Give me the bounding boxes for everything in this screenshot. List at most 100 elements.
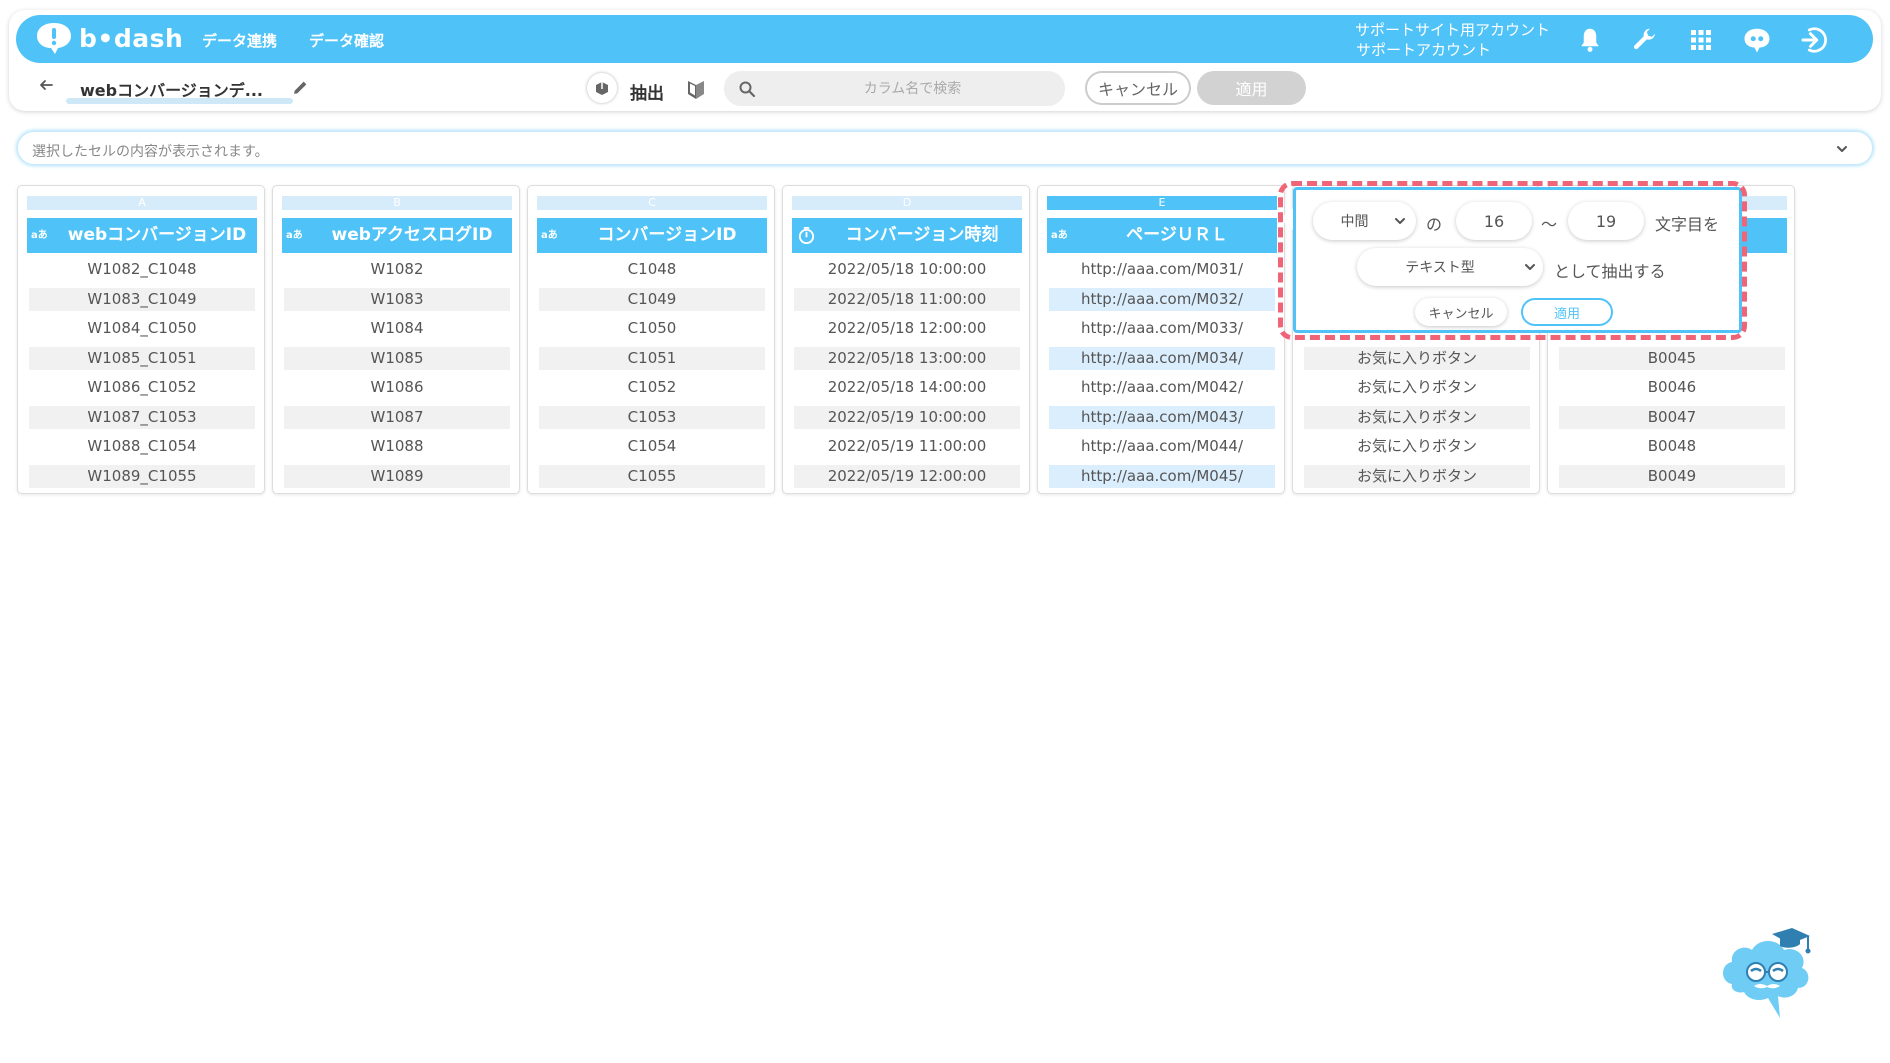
column-letter[interactable]: C	[537, 196, 767, 210]
logo[interactable]: b•dash	[35, 21, 183, 55]
table-cell[interactable]: http://aaa.com/M044/	[1049, 435, 1275, 458]
table-cell[interactable]: http://aaa.com/M031/	[1049, 258, 1275, 281]
table-cell[interactable]: 2022/05/18 14:00:00	[794, 376, 1020, 399]
table-cell[interactable]: W1082_C1048	[29, 258, 255, 281]
account-name: サポートサイト用アカウント	[1355, 21, 1551, 39]
table-cell[interactable]: http://aaa.com/M045/	[1049, 465, 1275, 488]
table-cell[interactable]: お気に入りボタン	[1304, 376, 1530, 399]
chat-mascot-icon[interactable]	[1742, 25, 1772, 55]
table-cell[interactable]: http://aaa.com/M032/	[1049, 288, 1275, 311]
table-cell[interactable]: W1085_C1051	[29, 347, 255, 370]
table-cell[interactable]: お気に入りボタン	[1304, 435, 1530, 458]
table-cell[interactable]: 2022/05/19 11:00:00	[794, 435, 1020, 458]
column-letter[interactable]: B	[282, 196, 512, 210]
extract-label: 抽出	[630, 84, 664, 104]
column-name: webコンバージョンID	[67, 225, 247, 245]
bell-icon[interactable]	[1575, 25, 1605, 55]
table-cell[interactable]: W1084	[284, 317, 510, 340]
column-card[interactable]: C aあ コンバージョンID C1048 C1049 C1050 C1051 C…	[527, 185, 775, 494]
extract-mode-icon[interactable]	[587, 73, 617, 103]
chevron-down-icon[interactable]	[1834, 141, 1850, 157]
table-cell[interactable]: http://aaa.com/M043/	[1049, 406, 1275, 429]
apply-button[interactable]: 適用	[1197, 71, 1306, 105]
column-header[interactable]: aあ webコンバージョンID	[27, 218, 257, 253]
table-cell[interactable]: C1054	[539, 435, 765, 458]
table-cell[interactable]: 2022/05/19 12:00:00	[794, 465, 1020, 488]
table-cell[interactable]: 2022/05/18 10:00:00	[794, 258, 1020, 281]
table-cell[interactable]: W1086	[284, 376, 510, 399]
table-cell[interactable]: 2022/05/18 11:00:00	[794, 288, 1020, 311]
table-cell[interactable]: 2022/05/18 13:00:00	[794, 347, 1020, 370]
table-cell[interactable]: W1085	[284, 347, 510, 370]
table-cell[interactable]: B0048	[1559, 435, 1785, 458]
column-header[interactable]: aあ ページＵＲＬ	[1047, 218, 1277, 253]
search-input[interactable]	[770, 71, 1055, 106]
back-arrow-icon[interactable]	[38, 77, 54, 93]
table-cell[interactable]: W1087_C1053	[29, 406, 255, 429]
top-navigation-bar: b•dash データ連携 データ確認 サポートサイト用アカウント サポートアカウ…	[16, 15, 1873, 63]
pencil-edit-icon[interactable]	[292, 79, 309, 96]
table-cell[interactable]: お気に入りボタン	[1304, 406, 1530, 429]
table-cell[interactable]: http://aaa.com/M034/	[1049, 347, 1275, 370]
cell-content-bar[interactable]: 選択したセルの内容が表示されます。	[17, 131, 1873, 165]
table-cell[interactable]: C1049	[539, 288, 765, 311]
cancel-button[interactable]: キャンセル	[1085, 71, 1191, 105]
table-cell[interactable]: W1084_C1050	[29, 317, 255, 340]
table-cell[interactable]: W1086_C1052	[29, 376, 255, 399]
table-cell[interactable]: W1088_C1054	[29, 435, 255, 458]
mascot-assistant-icon[interactable]	[1716, 924, 1812, 1022]
beginner-mark-icon[interactable]	[686, 78, 706, 100]
cell-content-text: 選択したセルの内容が表示されます。	[32, 144, 269, 160]
column-card[interactable]: A aあ webコンバージョンID W1082_C1048 W1083_C104…	[17, 185, 265, 494]
column-letter[interactable]: A	[27, 196, 257, 210]
table-cell[interactable]: C1050	[539, 317, 765, 340]
app-root: b•dash データ連携 データ確認 サポートサイト用アカウント サポートアカウ…	[0, 0, 1890, 1063]
column-card-selected[interactable]: E aあ ページＵＲＬ http://aaa.com/M031/ http://…	[1037, 185, 1285, 494]
page-title[interactable]: webコンバージョンデ...	[80, 77, 263, 101]
table-cell[interactable]: B0046	[1559, 376, 1785, 399]
table-cell[interactable]: http://aaa.com/M042/	[1049, 376, 1275, 399]
column-search-box[interactable]	[724, 71, 1065, 106]
table-cell[interactable]: C1055	[539, 465, 765, 488]
account-info[interactable]: サポートサイト用アカウント サポートアカウント	[1355, 20, 1550, 60]
logout-icon[interactable]	[1798, 25, 1828, 55]
table-cell[interactable]: W1089_C1055	[29, 465, 255, 488]
column-name: コンバージョンID	[597, 225, 737, 245]
column-header[interactable]: コンバージョン時刻	[792, 218, 1022, 253]
table-cell[interactable]: W1082	[284, 258, 510, 281]
nav-data-integration[interactable]: データ連携	[202, 30, 277, 51]
nav-data-confirm[interactable]: データ確認	[309, 30, 384, 51]
table-cell[interactable]: お気に入りボタン	[1304, 347, 1530, 370]
table-cell[interactable]: W1083_C1049	[29, 288, 255, 311]
column-letter[interactable]: E	[1047, 196, 1277, 210]
column-name: ページＵＲＬ	[1126, 225, 1228, 245]
column-header[interactable]: aあ webアクセスログID	[282, 218, 512, 253]
table-cell[interactable]: お気に入りボタン	[1304, 465, 1530, 488]
text-type-icon: aあ	[541, 230, 558, 241]
wrench-icon[interactable]	[1630, 25, 1660, 55]
column-header[interactable]: aあ コンバージョンID	[537, 218, 767, 253]
table-cell[interactable]: W1083	[284, 288, 510, 311]
box-icon	[596, 82, 608, 95]
search-icon	[739, 81, 756, 98]
table-cell[interactable]: http://aaa.com/M033/	[1049, 317, 1275, 340]
table-cell[interactable]: W1087	[284, 406, 510, 429]
apps-grid-icon[interactable]	[1686, 25, 1716, 55]
table-cell[interactable]: W1088	[284, 435, 510, 458]
column-card[interactable]: D コンバージョン時刻 2022/05/18 10:00:00 2022/05/…	[782, 185, 1030, 494]
table-cell[interactable]: B0045	[1559, 347, 1785, 370]
column-letter[interactable]: D	[792, 196, 1022, 210]
table-cell[interactable]: C1051	[539, 347, 765, 370]
table-cell[interactable]: W1089	[284, 465, 510, 488]
table-cell[interactable]: C1048	[539, 258, 765, 281]
text-type-icon: aあ	[286, 230, 303, 241]
column-card[interactable]: B aあ webアクセスログID W1082 W1083 W1084 W1085…	[272, 185, 520, 494]
table-cell[interactable]: C1053	[539, 406, 765, 429]
table-cell[interactable]: C1052	[539, 376, 765, 399]
table-cell[interactable]: B0049	[1559, 465, 1785, 488]
stopwatch-icon	[798, 226, 815, 245]
table-cell[interactable]: B0047	[1559, 406, 1785, 429]
highlight-dashed-outline	[1278, 181, 1747, 340]
table-cell[interactable]: 2022/05/18 12:00:00	[794, 317, 1020, 340]
table-cell[interactable]: 2022/05/19 10:00:00	[794, 406, 1020, 429]
